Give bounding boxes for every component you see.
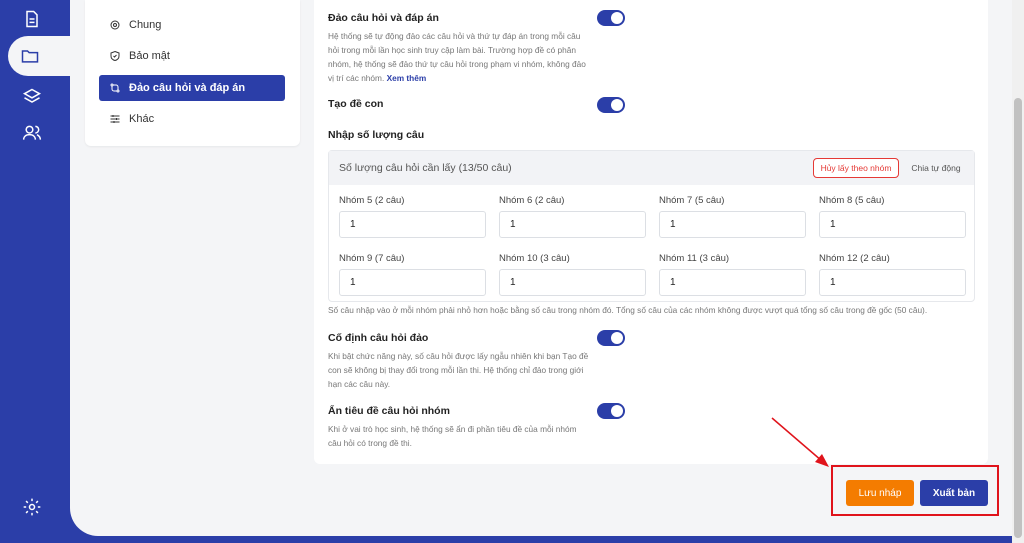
sliders-icon — [110, 115, 120, 123]
shuffle-desc-text: Hệ thống sẽ tự động đảo các câu hỏi và t… — [328, 31, 586, 83]
main-panel: Chung Bảo mật Đảo câu hỏi và đáp án Khác… — [70, 0, 1012, 536]
group-label: Nhóm 7 (5 câu) — [659, 195, 725, 206]
group-count-input[interactable]: 1 — [339, 211, 486, 238]
document-icon — [26, 10, 38, 28]
group-count-input[interactable]: 1 — [339, 269, 486, 296]
group-label: Nhóm 6 (2 câu) — [499, 195, 565, 206]
gear-icon — [110, 20, 120, 30]
auto-split-button[interactable]: Chia tự động — [907, 158, 965, 178]
menu-item-label: Bảo mật — [129, 50, 170, 62]
cancel-group-button[interactable]: Hủy lấy theo nhóm — [813, 158, 899, 178]
group-count-header: Số lượng câu hỏi cần lấy (13/50 câu) Hủy… — [329, 151, 974, 185]
group-field: Nhóm 11 (3 câu) 1 — [659, 253, 806, 296]
folder-icon — [21, 50, 39, 63]
group-label: Nhóm 8 (5 câu) — [819, 195, 885, 206]
shuffle-toggle[interactable] — [597, 10, 625, 26]
group-count-box: Số lượng câu hỏi cần lấy (13/50 câu) Hủy… — [328, 150, 975, 302]
hide-group-title-description: Khi ở vai trò học sinh, hệ thống sẽ ẩn đ… — [328, 424, 577, 448]
group-label: Nhóm 10 (3 câu) — [499, 253, 570, 264]
question-count-summary: Số lượng câu hỏi cần lấy (13/50 câu) — [339, 162, 512, 174]
group-count-input[interactable]: 1 — [659, 211, 806, 238]
group-field: Nhóm 8 (5 câu) 1 — [819, 195, 966, 238]
group-label: Nhóm 9 (7 câu) — [339, 253, 405, 264]
menu-item-label: Đảo câu hỏi và đáp án — [129, 82, 246, 94]
rail-settings-button[interactable] — [12, 490, 52, 524]
gear-icon — [23, 498, 41, 516]
left-rail — [0, 0, 70, 543]
group-field: Nhóm 7 (5 câu) 1 — [659, 195, 806, 238]
toggle-knob — [611, 405, 623, 417]
fix-shuffle-toggle[interactable] — [597, 330, 625, 346]
group-count-input[interactable]: 1 — [659, 269, 806, 296]
rail-layers-button[interactable] — [12, 80, 52, 114]
group-label: Nhóm 11 (3 câu) — [659, 253, 730, 264]
sub-exam-toggle[interactable] — [597, 97, 625, 113]
rail-users-button[interactable] — [12, 116, 52, 150]
toggle-knob — [611, 12, 623, 24]
layers-icon — [22, 88, 42, 103]
shuffle-description: Hệ thống sẽ tự động đảo các câu hỏi và t… — [328, 29, 590, 85]
scrollbar-thumb[interactable] — [1014, 98, 1022, 538]
shuffle-title: Đảo câu hỏi và đáp án — [328, 12, 439, 24]
group-count-input[interactable]: 1 — [819, 269, 966, 296]
hide-group-title-toggle[interactable] — [597, 403, 625, 419]
fix-shuffle-description: Khi bật chức năng này, số câu hỏi được l… — [328, 351, 589, 389]
group-field: Nhóm 12 (2 câu) 1 — [819, 253, 966, 296]
rail-folder-button[interactable] — [8, 36, 70, 76]
sub-exam-title: Tạo đề con — [328, 98, 384, 110]
fix-shuffle-title: Cố định câu hỏi đảo — [328, 332, 429, 344]
menu-item-label: Khác — [129, 113, 155, 125]
group-field: Nhóm 5 (2 câu) 1 — [339, 195, 486, 238]
group-count-input[interactable]: 1 — [819, 211, 966, 238]
group-field: Nhóm 10 (3 câu) 1 — [499, 253, 646, 296]
toggle-knob — [611, 332, 623, 344]
group-count-note: Số câu nhập vào ở mỗi nhóm phải nhỏ hơn … — [328, 305, 928, 315]
hide-group-title-title: Ẩn tiêu đề câu hỏi nhóm — [328, 405, 450, 417]
group-count-input[interactable]: 1 — [499, 269, 646, 296]
group-field: Nhóm 9 (7 câu) 1 — [339, 253, 486, 296]
page-scrollbar[interactable] — [1012, 0, 1024, 543]
annotation-highlight-box — [831, 465, 999, 516]
group-field: Nhóm 6 (2 câu) 1 — [499, 195, 646, 238]
menu-item-label: Chung — [129, 19, 162, 31]
settings-menu: Chung Bảo mật Đảo câu hỏi và đáp án Khác — [85, 0, 300, 146]
menu-item-shuffle[interactable]: Đảo câu hỏi và đáp án — [99, 75, 285, 101]
group-label: Nhóm 5 (2 câu) — [339, 195, 405, 206]
shuffle-icon — [110, 83, 120, 93]
users-icon — [22, 125, 42, 140]
shuffle-settings-card: Đảo câu hỏi và đáp án Hệ thống sẽ tự độn… — [314, 0, 988, 464]
toggle-knob — [611, 99, 623, 111]
menu-item-security[interactable]: Bảo mật — [99, 43, 285, 69]
shield-icon — [110, 50, 120, 62]
group-count-input[interactable]: 1 — [499, 211, 646, 238]
menu-item-other[interactable]: Khác — [99, 106, 285, 132]
menu-item-general[interactable]: Chung — [99, 12, 285, 38]
group-label: Nhóm 12 (2 câu) — [819, 253, 890, 264]
see-more-link[interactable]: Xem thêm — [387, 73, 427, 83]
rail-document-button[interactable] — [12, 2, 52, 36]
count-section-title: Nhập số lượng câu — [328, 129, 425, 141]
